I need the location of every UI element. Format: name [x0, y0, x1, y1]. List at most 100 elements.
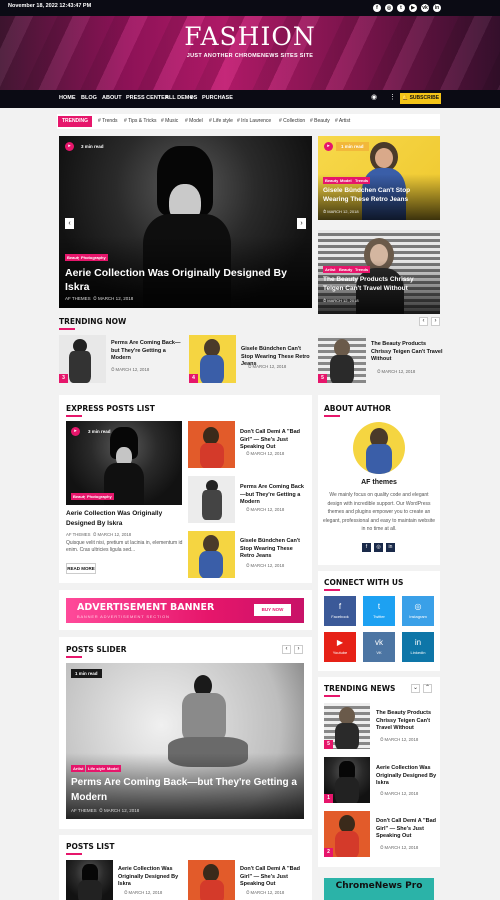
post-title[interactable]: Aerie Collection Was Originally Designed…: [118, 866, 184, 889]
read-more-button[interactable]: READ MORE: [66, 563, 96, 574]
vk-icon[interactable]: vk: [421, 4, 429, 12]
section-heading: CONNECT WITH US: [324, 578, 404, 587]
linkedin-icon[interactable]: in: [386, 543, 395, 552]
tag-beauty[interactable]: # Beauty: [310, 118, 330, 124]
menu-icon[interactable]: ⋮: [389, 93, 396, 101]
post-thumbnail[interactable]: [188, 476, 235, 523]
top-bar: November 18, 2022 12:43:47 PM f ◎ t ▶ vk…: [0, 0, 500, 16]
nav-press-center[interactable]: PRESS CENTER: [126, 95, 169, 101]
read-time-icon: ▸: [71, 427, 80, 436]
slider-next-button[interactable]: ›: [297, 218, 306, 229]
tag-collection[interactable]: # Collection: [279, 118, 305, 124]
category-badge[interactable]: Artist: [71, 765, 86, 772]
post-title[interactable]: Don't Call Demi A "Bad Girl" — She's Jus…: [240, 429, 306, 452]
tag-tips[interactable]: # Tips & Tricks: [124, 118, 157, 124]
post-thumbnail[interactable]: [188, 531, 235, 578]
category-badge[interactable]: Model: [338, 177, 354, 184]
facebook-icon[interactable]: f Facebook: [324, 596, 356, 626]
post-title[interactable]: Gisele Bündchen Can't Stop Wearing These…: [240, 538, 306, 561]
category-badge[interactable]: Artist: [323, 266, 338, 273]
post-title[interactable]: Aerie Collection Was Originally Designed…: [65, 266, 300, 294]
promo-text: ChromeNews Pro: [335, 881, 423, 891]
site-tagline: JUST ANOTHER CHROMENEWS SITES SITE: [186, 53, 314, 59]
next-icon[interactable]: ›: [294, 645, 303, 654]
category-badge[interactable]: Trends: [353, 266, 371, 273]
tag-lifestyle[interactable]: # Life style: [209, 118, 233, 124]
next-icon[interactable]: ›: [431, 317, 440, 326]
post-title[interactable]: Perms Are Coming Back—but They're Gettin…: [111, 340, 183, 363]
site-title[interactable]: FASHION: [0, 22, 500, 51]
post-thumbnail[interactable]: [66, 860, 113, 900]
post-date: ⏱ MARCH 12, 2018: [246, 563, 285, 568]
twitter-icon[interactable]: t Twitter: [363, 596, 395, 626]
nav-blog[interactable]: BLOG: [81, 95, 97, 101]
subscribe-button[interactable]: 🔔 SUBSCRIBE: [400, 93, 441, 104]
category-badge[interactable]: Trends: [353, 177, 371, 184]
youtube-icon[interactable]: ▶ Youtube: [324, 632, 356, 662]
category-badge[interactable]: Photography: [79, 254, 108, 261]
featured-main-post[interactable]: ▸ 3 min read ‹ › Beauty Photography Aeri…: [59, 136, 312, 308]
tag-iris[interactable]: # Irís Lawrence: [237, 118, 271, 124]
bell-icon: 🔔: [401, 95, 410, 101]
ad-title: ADVERTISEMENT BANNER: [77, 602, 215, 613]
search-icon[interactable]: ◉: [371, 93, 377, 101]
advertisement-banner[interactable]: ADVERTISEMENT BANNER BANNER ADVERTISEMEN…: [66, 598, 304, 623]
post-title[interactable]: Gisele Bündchen Can't Stop Wearing These…: [323, 186, 435, 204]
category-badge[interactable]: Photography: [85, 493, 114, 500]
slider-prev-button[interactable]: ‹: [65, 218, 74, 229]
nav-home[interactable]: HOME: [59, 95, 76, 101]
tag-trends[interactable]: # Trends: [98, 118, 117, 124]
promo-banner[interactable]: ChromeNews Pro: [324, 878, 434, 900]
facebook-icon[interactable]: f: [373, 4, 381, 12]
ad-subtitle: BANNER ADVERTISEMENT SECTION: [77, 614, 170, 619]
tag-music[interactable]: # Music: [161, 118, 178, 124]
trending-tags-bar: TRENDING # Trends # Tips & Tricks # Musi…: [57, 114, 440, 129]
post-title[interactable]: Don't Call Demi A "Bad Girl" — She's Jus…: [240, 866, 306, 889]
post-date: ⏱ MARCH 12, 2018: [246, 507, 285, 512]
post-image[interactable]: ▸ 3 min read Beauty Photography: [66, 421, 182, 505]
avatar: [353, 422, 405, 474]
tag-artist[interactable]: # Artist: [335, 118, 350, 124]
vk-icon[interactable]: vk VK: [363, 632, 395, 662]
post-title[interactable]: Aerie Collection Was Originally Designed…: [376, 765, 438, 788]
slider-image[interactable]: 1 min read Artist Life style Model Perms…: [66, 663, 304, 819]
twitter-icon[interactable]: t: [397, 4, 405, 12]
post-date: ⏱ MARCH 12, 2018: [380, 737, 419, 742]
facebook-icon[interactable]: f: [362, 543, 371, 552]
post-title[interactable]: The Beauty Products Chrissy Teigen Can't…: [376, 710, 438, 733]
rank-number: 1: [324, 794, 333, 803]
nav-purchase[interactable]: PURCHASE: [202, 95, 233, 101]
prev-icon[interactable]: ‹: [282, 645, 291, 654]
featured-side-post[interactable]: ▸ 1 min read Beauty Model Trends Gisele …: [318, 136, 440, 220]
instagram-icon[interactable]: ◎: [385, 4, 393, 12]
chevron-down-icon[interactable]: ⌄: [411, 684, 420, 693]
post-title[interactable]: Don't Call Demi A "Bad Girl" — She's Jus…: [376, 818, 438, 841]
rank-number: 5: [324, 740, 333, 749]
section-heading: TRENDING NEWS: [324, 684, 396, 693]
trending-label: TRENDING: [58, 116, 92, 127]
tag-model[interactable]: # Model: [185, 118, 203, 124]
post-title[interactable]: The Beauty Products Chrissy Teigen Can't…: [323, 275, 435, 293]
instagram-icon[interactable]: ◎ Instagram: [402, 596, 434, 626]
post-title[interactable]: Perms Are Coming Back—but They're Gettin…: [240, 484, 306, 507]
rank-number: 4: [189, 374, 198, 383]
post-thumbnail[interactable]: [188, 860, 235, 900]
chevron-up-icon[interactable]: ⌃: [423, 684, 432, 693]
nav-about[interactable]: ABOUT: [102, 95, 122, 101]
post-title[interactable]: Perms Are Coming Back—but They're Gettin…: [71, 775, 303, 805]
buy-now-button[interactable]: BUY NOW: [254, 604, 291, 616]
post-title[interactable]: The Beauty Products Chrissy Teigen Can't…: [371, 341, 443, 364]
prev-icon[interactable]: ‹: [419, 317, 428, 326]
linkedin-icon[interactable]: in: [433, 4, 441, 12]
section-heading: EXPRESS POSTS LIST: [66, 404, 155, 413]
category-badge[interactable]: Beauty: [337, 266, 355, 273]
instagram-icon[interactable]: ◎: [374, 543, 383, 552]
linkedin-icon[interactable]: in Linkedin: [402, 632, 434, 662]
featured-side-post[interactable]: Artist Beauty Trends The Beauty Products…: [318, 230, 440, 314]
section-heading: POSTS LIST: [66, 842, 115, 851]
post-thumbnail[interactable]: [188, 421, 235, 468]
post-title[interactable]: Aerie Collection Was Originally Designed…: [66, 509, 182, 529]
category-badge[interactable]: Model: [105, 765, 121, 772]
youtube-icon[interactable]: ▶: [409, 4, 417, 12]
post-date: ⏱ MARCH 12, 2018: [246, 451, 285, 456]
